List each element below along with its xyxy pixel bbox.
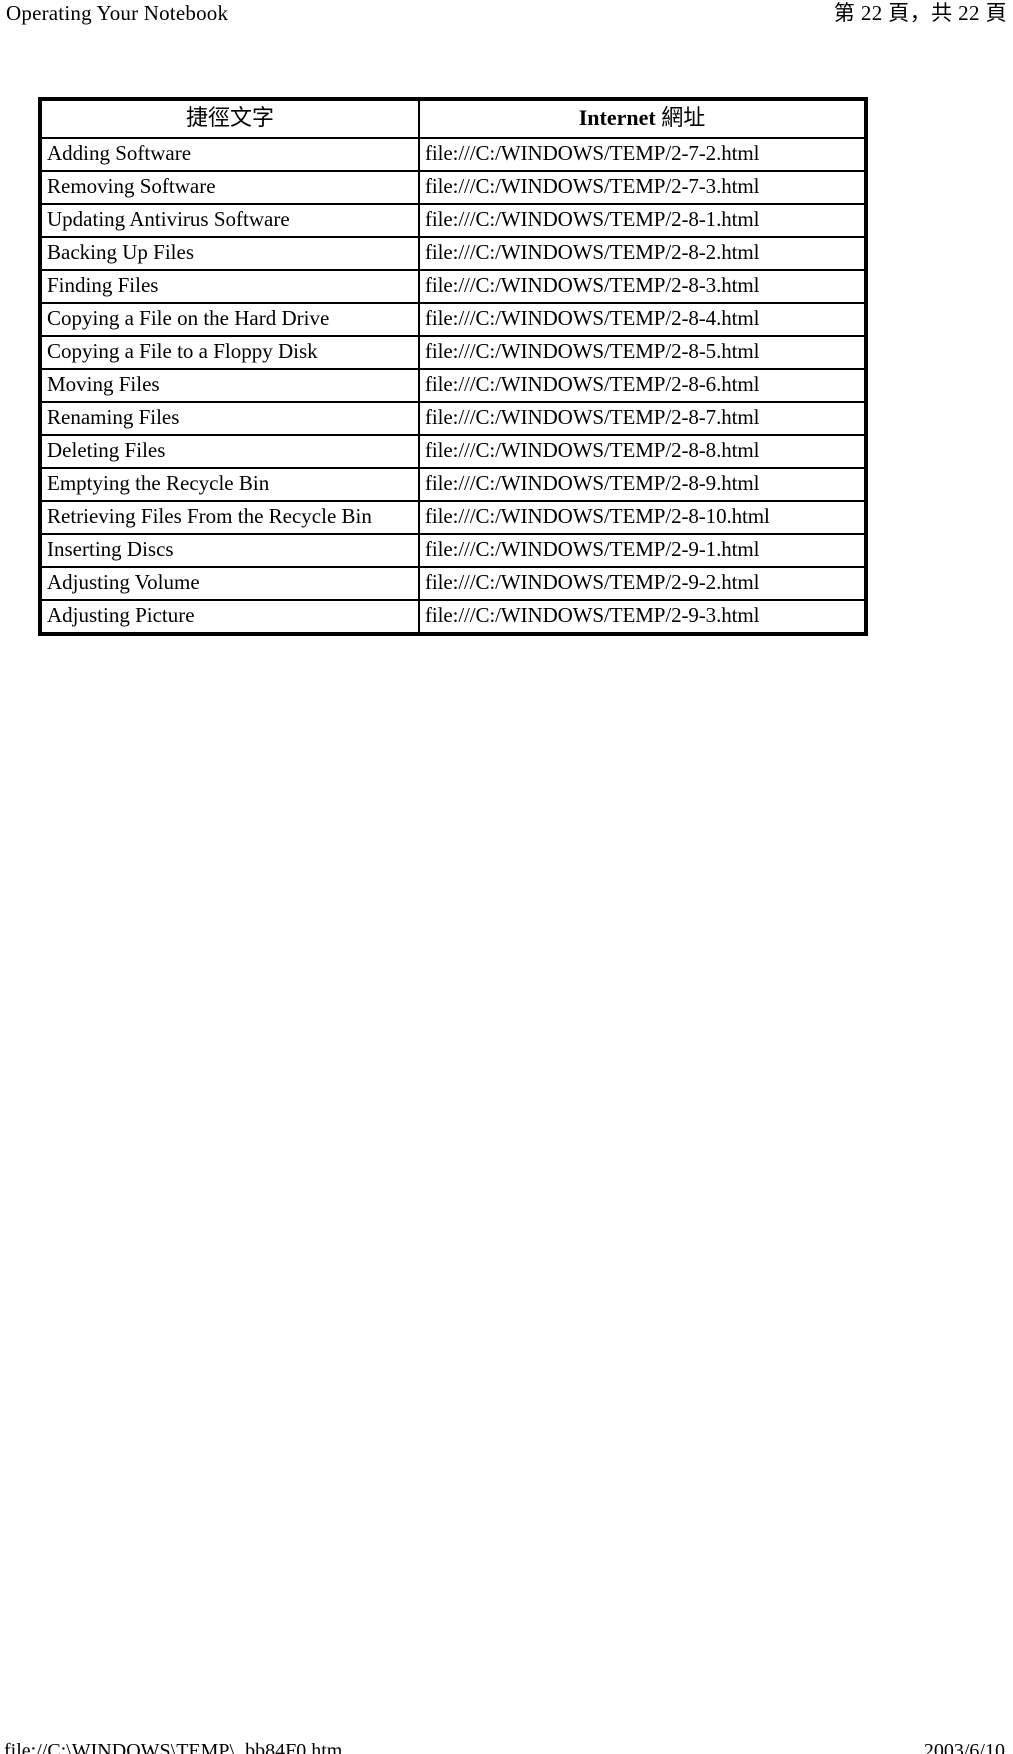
shortcut-text-label: Renaming Files bbox=[47, 405, 180, 429]
table-row: Emptying the Recycle Bin file:///C:/WINDO… bbox=[41, 468, 865, 501]
document-title: Operating Your Notebook bbox=[6, 1, 229, 25]
internet-address-link[interactable]: file:///C:/WINDOWS/TEMP/2-9-2.html bbox=[420, 568, 864, 599]
footer-source-path: file://C:\WINDOWS\TEMP\_bb84F0.htm bbox=[4, 1740, 343, 1754]
column-header-address-word: 網址 bbox=[655, 105, 706, 130]
shortcut-text-label: Inserting Discs bbox=[47, 537, 174, 561]
cell-internet-address[interactable]: file:///C:/WINDOWS/TEMP/2-9-2.html bbox=[419, 567, 865, 600]
cell-internet-address[interactable]: file:///C:/WINDOWS/TEMP/2-8-3.html bbox=[419, 270, 865, 303]
cell-internet-address[interactable]: file:///C:/WINDOWS/TEMP/2-8-7.html bbox=[419, 402, 865, 435]
shortcut-links-table: 捷徑文字 Internet 網址 Adding Software file:///… bbox=[38, 97, 868, 636]
cell-shortcut-text: Backing Up Files bbox=[41, 237, 419, 270]
cell-internet-address[interactable]: file:///C:/WINDOWS/TEMP/2-8-8.html bbox=[419, 435, 865, 468]
shortcut-text-label: Emptying the Recycle Bin bbox=[47, 471, 270, 495]
internet-address-link[interactable]: file:///C:/WINDOWS/TEMP/2-8-3.html bbox=[420, 271, 864, 302]
internet-address-link[interactable]: file:///C:/WINDOWS/TEMP/2-9-1.html bbox=[420, 535, 864, 566]
table-row: Inserting Discs file:///C:/WINDOWS/TEMP/2… bbox=[41, 534, 865, 567]
table-body: Adding Software file:///C:/WINDOWS/TEMP/2… bbox=[41, 138, 865, 633]
internet-address-link[interactable]: file:///C:/WINDOWS/TEMP/2-8-5.html bbox=[420, 337, 864, 368]
internet-address-link[interactable]: file:///C:/WINDOWS/TEMP/2-8-2.html bbox=[420, 238, 864, 269]
shortcut-text-label: Copying a File on the Hard Drive bbox=[47, 306, 330, 330]
shortcut-text-label: Adding Software bbox=[47, 141, 192, 165]
cell-internet-address[interactable]: file:///C:/WINDOWS/TEMP/2-9-3.html bbox=[419, 600, 865, 633]
cell-internet-address[interactable]: file:///C:/WINDOWS/TEMP/2-8-10.html bbox=[419, 501, 865, 534]
page-header: Operating Your Notebook 第 22 頁，共 22 頁 bbox=[0, 0, 1013, 34]
column-header-internet-address: Internet 網址 bbox=[419, 100, 865, 138]
table-row: Renaming Files file:///C:/WINDOWS/TEMP/2-… bbox=[41, 402, 865, 435]
table-row: Deleting Files file:///C:/WINDOWS/TEMP/2-… bbox=[41, 435, 865, 468]
table-row: Retrieving Files From the Recycle Bin fil… bbox=[41, 501, 865, 534]
shortcut-text-label: Updating Antivirus Software bbox=[47, 207, 290, 231]
cell-internet-address[interactable]: file:///C:/WINDOWS/TEMP/2-7-3.html bbox=[419, 171, 865, 204]
cell-internet-address[interactable]: file:///C:/WINDOWS/TEMP/2-9-1.html bbox=[419, 534, 865, 567]
table-row: Copying a File on the Hard Drive file:///… bbox=[41, 303, 865, 336]
table-row: Moving Files file:///C:/WINDOWS/TEMP/2-8-… bbox=[41, 369, 865, 402]
table-row: Adjusting Volume file:///C:/WINDOWS/TEMP/… bbox=[41, 567, 865, 600]
table-row: Copying a File to a Floppy Disk file:///C… bbox=[41, 336, 865, 369]
cell-internet-address[interactable]: file:///C:/WINDOWS/TEMP/2-8-1.html bbox=[419, 204, 865, 237]
cell-shortcut-text: Copying a File on the Hard Drive bbox=[41, 303, 419, 336]
internet-address-link[interactable]: file:///C:/WINDOWS/TEMP/2-9-3.html bbox=[420, 601, 864, 632]
cell-shortcut-text: Finding Files bbox=[41, 270, 419, 303]
cell-internet-address[interactable]: file:///C:/WINDOWS/TEMP/2-8-4.html bbox=[419, 303, 865, 336]
cell-shortcut-text: Renaming Files bbox=[41, 402, 419, 435]
cell-internet-address[interactable]: file:///C:/WINDOWS/TEMP/2-8-5.html bbox=[419, 336, 865, 369]
shortcut-text-label: Removing Software bbox=[47, 174, 216, 198]
table-header-row: 捷徑文字 Internet 網址 bbox=[41, 100, 865, 138]
shortcut-text-label: Adjusting Volume bbox=[47, 570, 200, 594]
table-row: Backing Up Files file:///C:/WINDOWS/TEMP/… bbox=[41, 237, 865, 270]
footer-print-date: 2003/6/10 bbox=[923, 1740, 1005, 1754]
page-footer: file://C:\WINDOWS\TEMP\_bb84F0.htm 2003/… bbox=[0, 1728, 1013, 1754]
internet-address-link[interactable]: file:///C:/WINDOWS/TEMP/2-8-9.html bbox=[420, 469, 864, 500]
shortcut-text-label: Retrieving Files From the Recycle Bin bbox=[47, 504, 372, 528]
cell-shortcut-text: Moving Files bbox=[41, 369, 419, 402]
table-row: Removing Software file:///C:/WINDOWS/TEMP… bbox=[41, 171, 865, 204]
cell-shortcut-text: Inserting Discs bbox=[41, 534, 419, 567]
cell-internet-address[interactable]: file:///C:/WINDOWS/TEMP/2-8-6.html bbox=[419, 369, 865, 402]
internet-address-link[interactable]: file:///C:/WINDOWS/TEMP/2-8-6.html bbox=[420, 370, 864, 401]
column-header-shortcut-text: 捷徑文字 bbox=[41, 100, 419, 138]
cell-internet-address[interactable]: file:///C:/WINDOWS/TEMP/2-7-2.html bbox=[419, 138, 865, 171]
shortcut-links-table-container: 捷徑文字 Internet 網址 Adding Software file:///… bbox=[38, 97, 868, 636]
shortcut-text-label: Backing Up Files bbox=[47, 240, 194, 264]
cell-internet-address[interactable]: file:///C:/WINDOWS/TEMP/2-8-2.html bbox=[419, 237, 865, 270]
internet-address-link[interactable]: file:///C:/WINDOWS/TEMP/2-8-8.html bbox=[420, 436, 864, 467]
internet-address-link[interactable]: file:///C:/WINDOWS/TEMP/2-8-7.html bbox=[420, 403, 864, 434]
cell-shortcut-text: Adjusting Volume bbox=[41, 567, 419, 600]
internet-address-link[interactable]: file:///C:/WINDOWS/TEMP/2-8-1.html bbox=[420, 205, 864, 236]
cell-shortcut-text: Emptying the Recycle Bin bbox=[41, 468, 419, 501]
table-row: Adjusting Picture file:///C:/WINDOWS/TEMP… bbox=[41, 600, 865, 633]
shortcut-text-label: Moving Files bbox=[47, 372, 160, 396]
cell-shortcut-text: Updating Antivirus Software bbox=[41, 204, 419, 237]
cell-shortcut-text: Retrieving Files From the Recycle Bin bbox=[41, 501, 419, 534]
page-number-indicator: 第 22 頁，共 22 頁 bbox=[833, 1, 1007, 25]
shortcut-text-label: Copying a File to a Floppy Disk bbox=[47, 339, 318, 363]
column-header-internet-address-label: Internet 網址 bbox=[420, 101, 864, 137]
shortcut-text-label: Finding Files bbox=[47, 273, 159, 297]
internet-address-link[interactable]: file:///C:/WINDOWS/TEMP/2-7-3.html bbox=[420, 172, 864, 203]
cell-shortcut-text: Deleting Files bbox=[41, 435, 419, 468]
cell-shortcut-text: Adding Software bbox=[41, 138, 419, 171]
cell-internet-address[interactable]: file:///C:/WINDOWS/TEMP/2-8-9.html bbox=[419, 468, 865, 501]
column-header-shortcut-text-label: 捷徑文字 bbox=[185, 105, 274, 130]
column-header-internet-word: Internet bbox=[578, 105, 656, 130]
internet-address-link[interactable]: file:///C:/WINDOWS/TEMP/2-8-4.html bbox=[420, 304, 864, 335]
cell-shortcut-text: Copying a File to a Floppy Disk bbox=[41, 336, 419, 369]
table-row: Adding Software file:///C:/WINDOWS/TEMP/2… bbox=[41, 138, 865, 171]
internet-address-link[interactable]: file:///C:/WINDOWS/TEMP/2-7-2.html bbox=[420, 139, 864, 170]
internet-address-link[interactable]: file:///C:/WINDOWS/TEMP/2-8-10.html bbox=[420, 502, 864, 533]
shortcut-text-label: Adjusting Picture bbox=[47, 603, 195, 627]
table-row: Finding Files file:///C:/WINDOWS/TEMP/2-8… bbox=[41, 270, 865, 303]
table-header: 捷徑文字 Internet 網址 bbox=[41, 100, 865, 138]
shortcut-text-label: Deleting Files bbox=[47, 438, 166, 462]
cell-shortcut-text: Removing Software bbox=[41, 171, 419, 204]
cell-shortcut-text: Adjusting Picture bbox=[41, 600, 419, 633]
table-row: Updating Antivirus Software file:///C:/WI… bbox=[41, 204, 865, 237]
